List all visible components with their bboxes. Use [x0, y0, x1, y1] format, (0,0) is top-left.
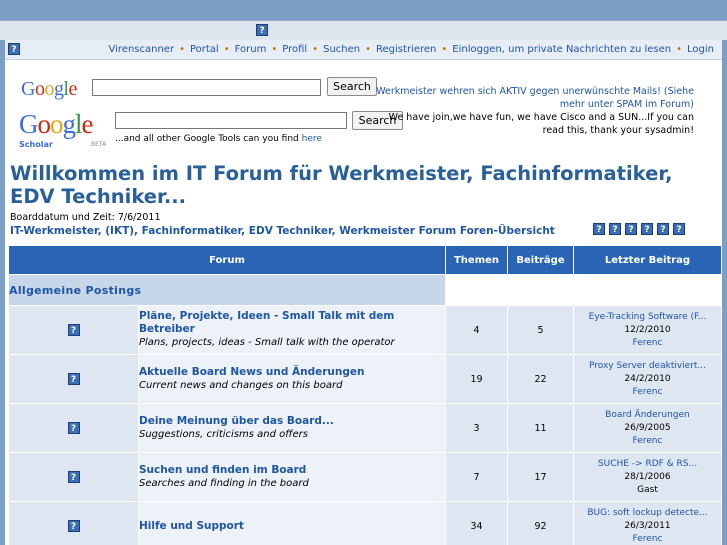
post-count: 11 [507, 403, 574, 453]
announcement-block: Werkmeister wehren sich AKTIV gegen uner… [374, 85, 694, 137]
board-date: Boarddatum und Zeit: 7/6/2011 [10, 212, 161, 223]
header-last-post: Letzter Beitrag [573, 245, 722, 275]
forum-name[interactable]: Pläne, Projekte, Ideen - Small Talk mit … [139, 310, 445, 336]
table-row: ? Aktuelle Board News und Änderungen Curr… [8, 354, 722, 404]
table-row: ? Hilfe und Support 34 92 BUG: soft lock… [8, 501, 722, 545]
bullet-icon: • [441, 44, 448, 55]
broken-image-icon[interactable]: ? [641, 223, 653, 235]
forum-status-icon: ? [67, 373, 80, 385]
last-post-user[interactable]: Ferenc [574, 533, 721, 545]
nav-bar: ? Virenscanner • Portal • Forum • Profil • Suche… [5, 40, 722, 60]
topic-count: 4 [445, 305, 508, 355]
nav-link-einloggen[interactable]: Einloggen, um private Nachrichten zu les… [452, 44, 671, 55]
table-row: ? Pläne, Projekte, Ideen - Small Talk mi… [8, 305, 722, 355]
forum-description: Current news and changes on this board [139, 379, 343, 391]
scholar-search-input[interactable] [115, 112, 347, 129]
google-tools-link[interactable]: here [302, 134, 322, 144]
google-tools-text: ...and all other Google Tools can you fi… [115, 134, 322, 144]
google-search-button[interactable]: Search [327, 77, 377, 96]
breadcrumb[interactable]: IT-Werkmeister, (IKT), Fachinformatiker,… [10, 225, 555, 237]
topic-count: 34 [445, 501, 508, 545]
bullet-icon: • [271, 44, 278, 55]
header-topics: Themen [445, 245, 508, 275]
category-filler [445, 274, 722, 306]
forum-status-icon: ? [67, 324, 80, 336]
broken-image-icon: ? [8, 43, 20, 55]
post-count: 92 [507, 501, 574, 545]
post-count: 17 [507, 452, 574, 502]
nav-link-forum[interactable]: Forum [235, 44, 267, 55]
broken-image-icon: ? [256, 24, 268, 36]
google-logo: Google [21, 78, 77, 100]
last-post-title[interactable]: Board Änderungen [574, 409, 721, 422]
nav-link-registrieren[interactable]: Registrieren [376, 44, 436, 55]
nav-link-login[interactable]: Login [687, 44, 714, 55]
last-post-date: 28/1/2006 [624, 471, 671, 482]
toolbar-icons: ?????? [593, 223, 689, 235]
last-post-user: Gast [637, 484, 658, 495]
forum-name[interactable]: Aktuelle Board News und Änderungen [139, 366, 445, 379]
last-post-date: 24/2/2010 [624, 373, 671, 384]
nav-links: Virenscanner • Portal • Forum • Profil • Suchen •… [109, 44, 714, 55]
forum-name[interactable]: Deine Meinung über das Board... [139, 415, 445, 428]
bullet-icon: • [179, 44, 185, 55]
bullet-icon: • [676, 44, 683, 55]
last-post-user[interactable]: Ferenc [574, 337, 721, 350]
last-post-user[interactable]: Ferenc [574, 435, 721, 448]
last-post-title[interactable]: SUCHE -> RDF & RS... [574, 458, 721, 471]
site-title[interactable]: Willkommen im IT Forum für Werkmeister, … [10, 162, 710, 208]
top-strip: ? [0, 20, 727, 40]
topic-count: 7 [445, 452, 508, 502]
spam-notice-link[interactable]: Werkmeister wehren sich AKTIV gegen uner… [374, 85, 694, 111]
broken-image-icon[interactable]: ? [593, 223, 605, 235]
broken-image-icon[interactable]: ? [625, 223, 637, 235]
nav-link-profil[interactable]: Profil [282, 44, 307, 55]
google-tools-label: ...and all other Google Tools can you fi… [115, 134, 299, 144]
forum-description: Plans, projects, ideas - Small talk with… [139, 337, 395, 348]
forum-status-icon: ? [67, 471, 80, 483]
forum-status-icon: ? [67, 520, 80, 532]
beta-label: BETA [91, 141, 107, 148]
table-row: ? Suchen und finden im Board Searches and… [8, 452, 722, 502]
google-scholar-logo: Google [19, 109, 93, 139]
forum-table: Forum Themen Beiträge Letzter Beitrag Al… [8, 245, 722, 545]
forum-name[interactable]: Suchen und finden im Board [139, 464, 445, 477]
table-row: ? Deine Meinung über das Board... Suggest… [8, 403, 722, 453]
post-count: 5 [507, 305, 574, 355]
header-forum: Forum [8, 245, 446, 275]
bullet-icon: • [365, 44, 372, 55]
topic-count: 3 [445, 403, 508, 453]
last-post-date: 26/3/2011 [624, 520, 671, 531]
nav-link-virenscanner[interactable]: Virenscanner [109, 44, 175, 55]
last-post-title[interactable]: BUG: soft lockup detecte... [574, 507, 721, 520]
page-container: ? Virenscanner • Portal • Forum • Profil • Suche… [5, 40, 722, 545]
scholar-label: Scholar [19, 140, 53, 149]
forum-status-icon: ? [67, 422, 80, 434]
nav-link-suchen[interactable]: Suchen [323, 44, 360, 55]
bullet-icon: • [223, 44, 230, 55]
category-title[interactable]: Allgemeine Postings [8, 274, 446, 306]
forum-description: Searches and finding in the board [139, 477, 309, 489]
topic-count: 19 [445, 354, 508, 404]
last-post-user[interactable]: Ferenc [574, 386, 721, 399]
header-posts: Beiträge [507, 245, 574, 275]
nav-link-portal[interactable]: Portal [190, 44, 219, 55]
sysadmin-notice: We have join,we have fun, we have Cisco … [388, 112, 694, 136]
last-post-date: 12/2/2010 [624, 324, 671, 335]
forum-name[interactable]: Hilfe und Support [139, 520, 445, 533]
forum-description: Suggestions, criticisms and offers [139, 428, 308, 440]
last-post-title[interactable]: Proxy Server deaktiviert... [574, 360, 721, 373]
google-search-input[interactable] [92, 79, 321, 96]
last-post-date: 26/9/2005 [624, 422, 671, 433]
bullet-icon: • [312, 44, 319, 55]
last-post-title[interactable]: Eye-Tracking Software (F... [574, 311, 721, 324]
broken-image-icon[interactable]: ? [673, 223, 685, 235]
broken-image-icon[interactable]: ? [609, 223, 621, 235]
post-count: 22 [507, 354, 574, 404]
broken-image-icon[interactable]: ? [657, 223, 669, 235]
